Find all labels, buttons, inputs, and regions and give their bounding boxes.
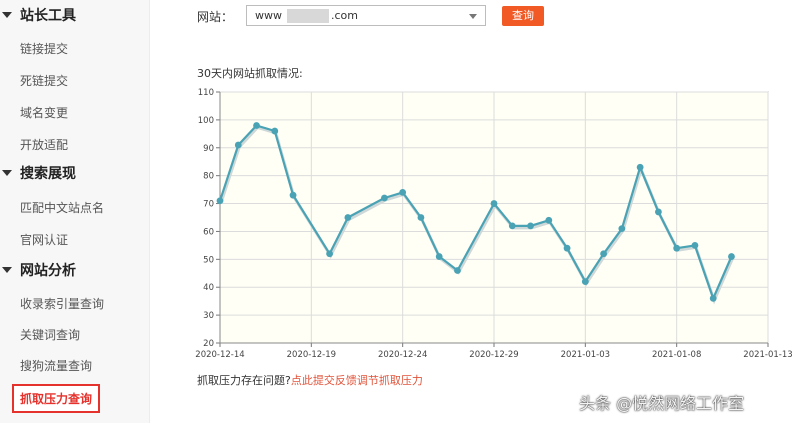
feedback-note: 抓取压力存在问题?点此提交反馈调节抓取压力 — [197, 372, 423, 388]
data-point[interactable] — [508, 222, 516, 230]
y-tick-label: 20 — [203, 339, 214, 349]
x-tick-label: 2021-01-08 — [652, 350, 701, 360]
feedback-question: 抓取压力存在问题? — [197, 374, 291, 387]
data-point[interactable] — [728, 253, 735, 260]
data-point[interactable] — [399, 189, 407, 196]
y-tick-label: 40 — [203, 283, 214, 293]
data-point[interactable] — [527, 222, 534, 230]
data-point[interactable] — [253, 122, 260, 129]
data-point[interactable] — [454, 267, 461, 274]
y-tick-label: 50 — [203, 255, 214, 265]
data-point[interactable] — [600, 250, 607, 258]
y-tick-label: 70 — [203, 200, 214, 210]
y-tick-label: 110 — [198, 88, 214, 98]
data-point[interactable] — [691, 241, 699, 249]
data-point[interactable] — [417, 214, 425, 221]
data-point[interactable] — [655, 208, 662, 216]
x-tick-label: 2021-01-03 — [561, 350, 610, 360]
data-point[interactable] — [234, 141, 242, 149]
x-tick-label: 2020-12-29 — [469, 350, 518, 360]
data-point[interactable] — [326, 250, 333, 258]
watermark: 头条 @悦然网络工作室 — [579, 394, 745, 413]
data-point[interactable] — [271, 127, 279, 135]
y-tick-label: 100 — [198, 116, 214, 126]
data-point[interactable] — [289, 191, 297, 199]
feedback-link[interactable]: 点此提交反馈调节抓取压力 — [291, 374, 423, 387]
x-tick-label: 2020-12-19 — [287, 350, 336, 360]
x-tick-label: 2020-12-24 — [378, 350, 427, 360]
data-point[interactable] — [581, 278, 589, 286]
y-tick-label: 60 — [203, 227, 214, 237]
data-point[interactable] — [673, 244, 681, 252]
y-tick-label: 80 — [203, 172, 214, 182]
data-point[interactable] — [216, 197, 224, 205]
x-tick-label: 2021-01-13 — [743, 350, 792, 360]
data-point[interactable] — [344, 214, 352, 221]
y-tick-label: 30 — [203, 311, 214, 321]
data-point[interactable] — [381, 194, 388, 202]
y-tick-label: 90 — [203, 144, 214, 154]
data-point[interactable] — [636, 163, 644, 171]
data-point[interactable] — [490, 200, 498, 207]
data-point[interactable] — [618, 225, 626, 233]
data-point[interactable] — [563, 244, 571, 252]
data-point[interactable] — [709, 294, 717, 302]
data-point[interactable] — [435, 253, 443, 260]
data-point[interactable] — [545, 216, 553, 224]
x-tick-label: 2020-12-14 — [195, 350, 244, 360]
crawl-line-chart: 20 30 40 50 60 70 80 90 100 110 2020-12-14 2020-12-… — [195, 88, 792, 360]
